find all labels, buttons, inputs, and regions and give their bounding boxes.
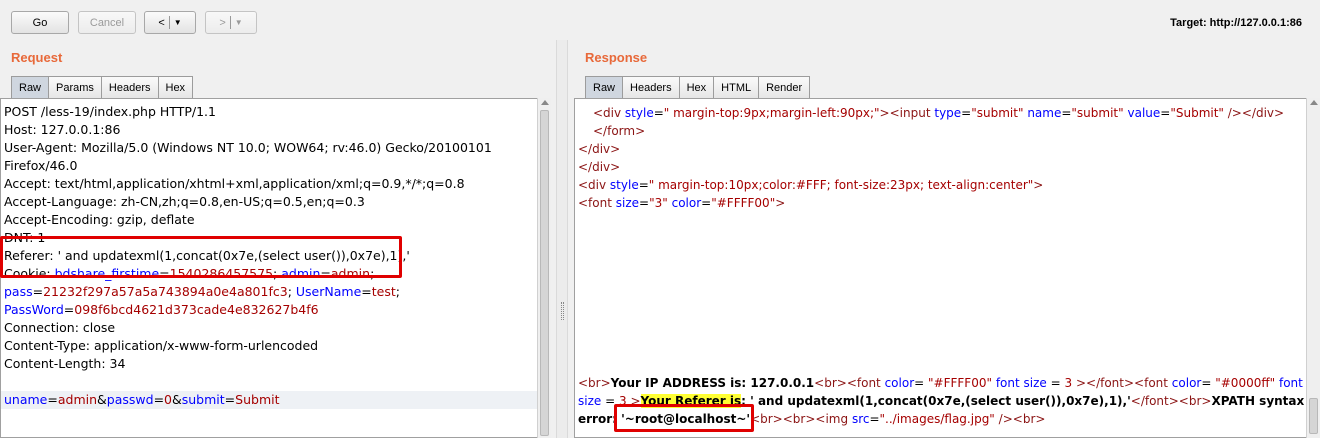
xpath-label: XPATH syntax (1211, 394, 1305, 408)
scroll-up-arrow-icon[interactable] (541, 100, 549, 105)
attr-value: 3 (1064, 376, 1073, 390)
header-user-agent-cont: Firefox/46.0 (4, 158, 78, 173)
attr-value: " margin-top:9px;margin-left:90px;" (663, 106, 880, 120)
highlight-box-error (614, 404, 754, 432)
response-line: <div style=" margin-top:9px;margin-left:… (593, 106, 1285, 120)
response-line: </div> (578, 142, 621, 156)
header-content-length: Content-Length: 34 (4, 356, 126, 371)
tab-headers[interactable]: Headers (622, 76, 680, 98)
request-tabs: Raw Params Headers Hex (11, 76, 194, 98)
attr-value: "3" (649, 196, 668, 210)
scrollbar-thumb[interactable] (540, 110, 549, 436)
cookie-name: UserName (295, 284, 362, 299)
tab-raw[interactable]: Raw (585, 76, 624, 98)
button-divider (229, 16, 231, 29)
tab-params[interactable]: Params (48, 76, 102, 98)
cookie-name: PassWord (4, 302, 64, 317)
cookie-name: pass (4, 284, 33, 299)
tab-raw[interactable]: Raw (11, 76, 50, 98)
repeater-window: Go Cancel < ▼ > ▼ Target: http://127.0.0… (0, 0, 1320, 438)
body-param-name: passwd (106, 392, 154, 407)
header-connection: Connection: close (4, 320, 116, 335)
cookie-cont: pass=21232f297a57a5a743894a0e4a801fc3; U… (4, 284, 400, 299)
cookie-value: 098f6bcd4621d373cade4e832627b4f6 (74, 302, 319, 317)
request-scrollbar[interactable] (537, 98, 551, 438)
tab-hex[interactable]: Hex (678, 76, 715, 98)
referer-value: : ' and updatexml(1,concat(0x7e,(select … (741, 394, 1131, 408)
response-line: <br>Your IP ADDRESS is: 127.0.0.1<br><fo… (578, 376, 1303, 390)
attr-value: "Submit" (1170, 106, 1224, 120)
cancel-button[interactable]: Cancel (78, 11, 136, 34)
header-content-type: Content-Type: application/x-www-form-url… (4, 338, 319, 353)
attr-value: "#FFFF00" (711, 196, 776, 210)
cookie-value: test (371, 284, 396, 299)
body-param-value: Submit (235, 392, 280, 407)
attr-value: " margin-top:10px;color:#FFF; font-size:… (648, 178, 1034, 192)
cookie-value: 21232f297a57a5a743894a0e4a801fc3 (43, 284, 288, 299)
tab-html[interactable]: HTML (713, 76, 760, 98)
request-body: uname=admin&passwd=0&submit=Submit (1, 391, 537, 409)
toolbar: Go Cancel < ▼ > ▼ Target: http://127.0.0… (0, 0, 1320, 46)
attr-value: "#0000ff" (1215, 376, 1276, 390)
ip-address-text: Your IP ADDRESS is: 127.0.0.1 (610, 376, 815, 390)
back-button[interactable]: < ▼ (144, 11, 196, 34)
chevron-down-icon[interactable]: ▼ (235, 18, 243, 27)
body-param-value: admin (57, 392, 98, 407)
body-param-value: 0 (164, 392, 172, 407)
response-editor[interactable]: <div style=" margin-top:9px;margin-left:… (574, 98, 1320, 438)
tab-headers[interactable]: Headers (100, 76, 159, 98)
pane-splitter[interactable] (556, 40, 568, 438)
header-host: Host: 127.0.0.1:86 (4, 122, 121, 137)
forward-button[interactable]: > ▼ (205, 11, 257, 34)
cancel-button-label: Cancel (89, 16, 125, 29)
go-button-label: Go (32, 16, 48, 29)
chevron-down-icon[interactable]: ▼ (174, 18, 182, 27)
forward-arrow-icon: > (219, 16, 226, 29)
response-scrollbar[interactable] (1306, 98, 1320, 438)
request-title: Request (11, 50, 63, 65)
highlight-box-referer (0, 236, 402, 278)
splitter-grip-icon[interactable] (561, 302, 564, 320)
cookie-cont: PassWord=098f6bcd4621d373cade4e832627b4f… (4, 302, 319, 317)
tab-hex[interactable]: Hex (157, 76, 194, 98)
header-accept-encoding: Accept-Encoding: gzip, deflate (4, 212, 195, 227)
response-line: </div> (578, 160, 621, 174)
response-tabs: Raw Headers Hex HTML Render (585, 76, 811, 98)
header-user-agent: User-Agent: Mozilla/5.0 (Windows NT 10.0… (4, 140, 492, 155)
button-divider (168, 16, 170, 29)
attr-value: "../images/flag.jpg" (879, 412, 995, 426)
scrollbar-thumb[interactable] (1309, 398, 1318, 434)
body-param-name: uname (4, 392, 48, 407)
back-arrow-icon: < (158, 16, 165, 29)
attr-value: "submit" (971, 106, 1024, 120)
response-title: Response (585, 50, 648, 65)
attr-value: "#FFFF00" (928, 376, 992, 390)
tab-render[interactable]: Render (758, 76, 811, 98)
header-accept: Accept: text/html,application/xhtml+xml,… (4, 176, 465, 191)
response-line: <div style=" margin-top:10px;color:#FFF;… (578, 178, 1044, 192)
header-accept-language: Accept-Language: zh-CN,zh;q=0.8,en-US;q=… (4, 194, 365, 209)
attr-value: "submit" (1071, 106, 1124, 120)
response-line: <font size="3" color="#FFFF00"> (578, 196, 786, 210)
request-line: POST /less-19/index.php HTTP/1.1 (4, 104, 216, 119)
go-button[interactable]: Go (11, 11, 69, 34)
scroll-up-arrow-icon[interactable] (1310, 100, 1318, 105)
body-param-name: submit (181, 392, 225, 407)
target-label[interactable]: Target: http://127.0.0.1:86 (1170, 17, 1302, 29)
response-line: </form> (593, 124, 646, 138)
